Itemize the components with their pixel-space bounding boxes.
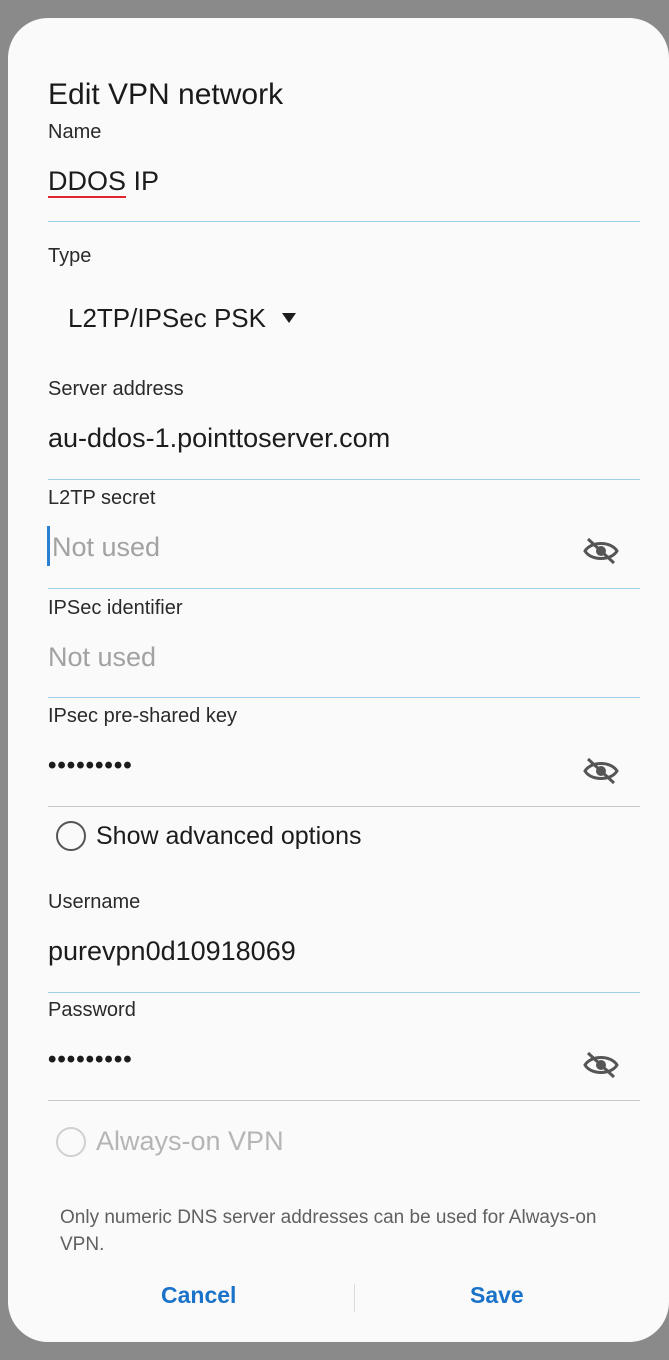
ipsec-identifier-underline <box>48 697 640 698</box>
l2tp-secret-field[interactable]: Not used <box>52 534 160 561</box>
eye-off-icon[interactable] <box>582 756 620 786</box>
username-field[interactable]: purevpn0d10918069 <box>48 938 296 965</box>
always-on-vpn-label: Always-on VPN <box>96 1126 284 1156</box>
dialog-title: Edit VPN network <box>48 78 284 111</box>
ipsec-psk-label: IPsec pre-shared key <box>48 705 237 727</box>
type-select[interactable]: L2TP/IPSec PSK <box>68 300 296 336</box>
always-on-note: Only numeric DNS server addresses can be… <box>60 1207 597 1255</box>
button-divider <box>354 1284 355 1312</box>
ipsec-identifier-field[interactable]: Not used <box>48 644 156 671</box>
server-address-field[interactable]: au-ddos-1.pointtoserver.com <box>48 425 390 452</box>
ipsec-psk-underline <box>48 806 640 807</box>
name-value-misspelled: DDOS <box>48 166 127 196</box>
type-label: Type <box>48 245 92 267</box>
eye-off-icon[interactable] <box>582 1050 620 1080</box>
type-selected-value: L2TP/IPSec PSK <box>68 302 266 333</box>
edit-vpn-dialog: Edit VPN network Name DDOS IP Type L2TP/… <box>8 18 669 1342</box>
server-address-underline <box>48 479 640 480</box>
dropdown-arrow-icon <box>281 313 296 323</box>
l2tp-secret-label: L2TP secret <box>48 487 156 509</box>
eye-off-icon[interactable] <box>582 536 620 566</box>
name-value-rest: IP <box>126 166 160 196</box>
radio-circle-icon <box>56 821 86 851</box>
password-field[interactable]: ••••••••• <box>48 1048 133 1072</box>
username-underline <box>48 992 640 993</box>
show-advanced-options-checkbox[interactable]: Show advanced options <box>56 821 361 851</box>
password-label: Password <box>48 999 136 1021</box>
password-underline <box>48 1100 640 1101</box>
text-cursor <box>47 526 50 566</box>
name-underline <box>48 221 640 222</box>
radio-circle-icon <box>56 1126 86 1157</box>
ipsec-identifier-label: IPSec identifier <box>48 597 183 619</box>
username-label: Username <box>48 891 141 913</box>
server-address-label: Server address <box>48 378 184 400</box>
always-on-vpn-checkbox[interactable]: Always-on VPN <box>56 1126 284 1157</box>
show-advanced-options-label: Show advanced options <box>96 821 362 850</box>
save-button[interactable]: Save <box>470 1282 524 1309</box>
name-field[interactable]: DDOS IP <box>48 168 159 195</box>
cancel-button[interactable]: Cancel <box>161 1282 236 1309</box>
ipsec-psk-field[interactable]: ••••••••• <box>48 754 133 778</box>
l2tp-secret-underline <box>48 588 640 589</box>
name-label: Name <box>48 121 102 143</box>
